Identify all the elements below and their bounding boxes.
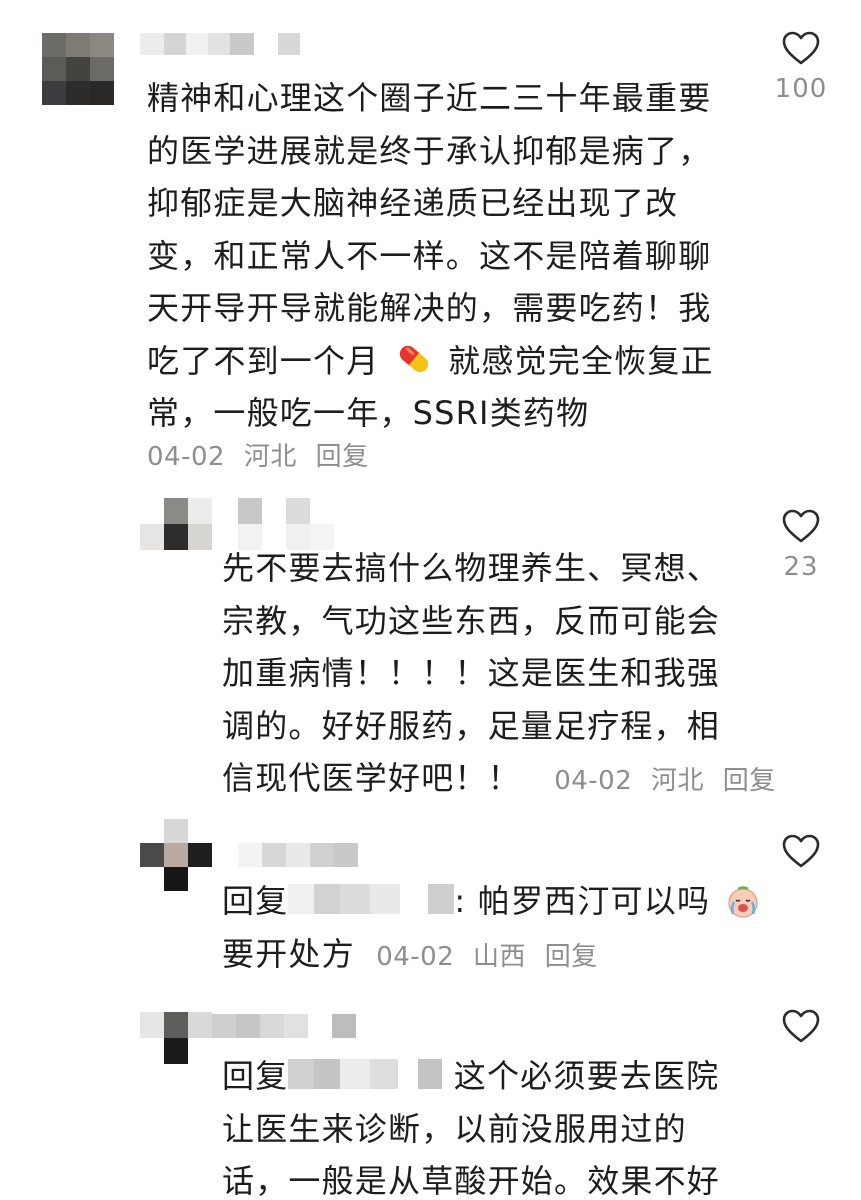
comment-line: 吃了不到一个月 就感觉完全恢复正 [147,335,747,388]
comment-line: 回复 这个必须要去医院 [222,1050,762,1103]
username[interactable] [238,843,358,867]
username[interactable] [212,1014,356,1038]
pill-emoji-icon [395,340,433,378]
like-button[interactable] [756,1008,846,1044]
comment-meta: 04-02 山西 回复 [376,942,608,972]
comment-line: 先不要去搞什么物理养生、冥想、 [222,549,721,587]
comment-line: 调的。好好服药，足量足疗程，相 [222,706,721,745]
comment-line: 让医生来诊断，以前没服用过的 [222,1109,687,1148]
like-button[interactable] [756,833,846,869]
comment-location: 山西 [473,941,527,972]
like-count: 23 [783,552,819,582]
heart-outline-icon [782,31,820,65]
comment-date: 04-02 [376,941,455,972]
heart-outline-icon [782,509,820,543]
comment-segment: 要开处方 [222,934,355,973]
comment-segment: 信现代医学好吧！！ [222,759,521,797]
comment-location: 河北 [651,766,705,796]
comment-line: 加重病情！！！！这是医生和我强 [222,654,721,692]
comment-text: 先不要去搞什么物理养生、冥想、 宗教，气功这些东西，反而可能会 加重病情！！！！… [222,542,775,808]
like-button[interactable]: 100 [756,30,846,104]
comment-location: 河北 [243,442,297,472]
comment-line: 的医学进展就是终于承认抑郁是病了， [147,131,712,170]
reply-button[interactable]: 回复 [545,942,598,972]
comment-line: 信现代医学好吧！！ 04-02 河北 回复 [222,752,775,808]
comment-segment: 这个必须要去医院 [442,1057,720,1095]
comment-3: 回复 : 帕罗西汀可以吗 要开处方 04-02 山西 回复 [0,815,861,1005]
avatar[interactable] [140,498,214,552]
comment-1: 精神和心理这个圈子近二三十年最重要 的医学进展就是终于承认抑郁是病了， 抑郁症是… [0,0,861,480]
comment-segment: 吃了不到一个月 [147,341,380,380]
like-count: 100 [774,74,828,104]
avatar[interactable] [140,1012,212,1064]
username[interactable] [140,33,300,55]
heart-outline-icon [782,834,820,868]
comment-line: 抑郁症是大脑神经递质已经出现了改 [147,184,679,222]
avatar[interactable] [42,33,114,105]
reply-prefix: 回复 [222,1057,289,1095]
comment-4: 回复 这个必须要去医院 让医生来诊断，以前没服用过的 话，一般是从草酸开始。效果… [0,1008,861,1200]
comment-feed: 精神和心理这个圈子近二三十年最重要 的医学进展就是终于承认抑郁是病了， 抑郁症是… [0,0,861,1200]
crying-face-emoji-icon [726,882,760,918]
comment-line: 回复 : 帕罗西汀可以吗 [222,875,762,928]
comment-line: 话，一般是从草酸开始。效果不好 [222,1162,721,1200]
comment-date: 04-02 [147,442,226,472]
reply-button[interactable]: 回复 [316,442,369,472]
comment-line: 宗教，气功这些东西，反而可能会 [222,601,721,640]
comment-meta: 04-02 河北 回复 [554,766,786,796]
comment-text: 回复 这个必须要去医院 让医生来诊断，以前没服用过的 话，一般是从草酸开始。效果… [222,1050,762,1200]
heart-outline-icon [782,1009,820,1043]
mentioned-username[interactable] [288,884,455,914]
comment-meta: 04-02 河北 回复 [147,436,379,473]
reply-button[interactable]: 回复 [723,766,776,796]
like-button[interactable]: 23 [756,508,846,582]
avatar[interactable] [140,819,212,891]
comment-date: 04-02 [554,766,633,796]
comment-line: 要开处方 04-02 山西 回复 [222,928,762,984]
comment-2: 先不要去搞什么物理养生、冥想、 宗教，气功这些东西，反而可能会 加重病情！！！！… [0,490,861,820]
reply-prefix: 回复 [222,882,289,920]
comment-segment: : 帕罗西汀可以吗 [454,882,711,920]
comment-line: 精神和心理这个圈子近二三十年最重要 [147,79,712,117]
comment-text: 精神和心理这个圈子近二三十年最重要 的医学进展就是终于承认抑郁是病了， 抑郁症是… [147,72,747,440]
comment-text: 回复 : 帕罗西汀可以吗 要开处方 04-02 山西 回复 [222,875,762,983]
comment-line: 天开导开导就能解决的，需要吃药！我 [147,289,712,327]
comment-segment: 就感觉完全恢复正 [448,341,714,380]
mentioned-username[interactable] [288,1059,443,1089]
comment-line: 常，一般吃一年，SSRI类药物 [147,394,590,432]
comment-line: 变，和正常人不一样。这不是陪着聊聊 [147,236,712,275]
